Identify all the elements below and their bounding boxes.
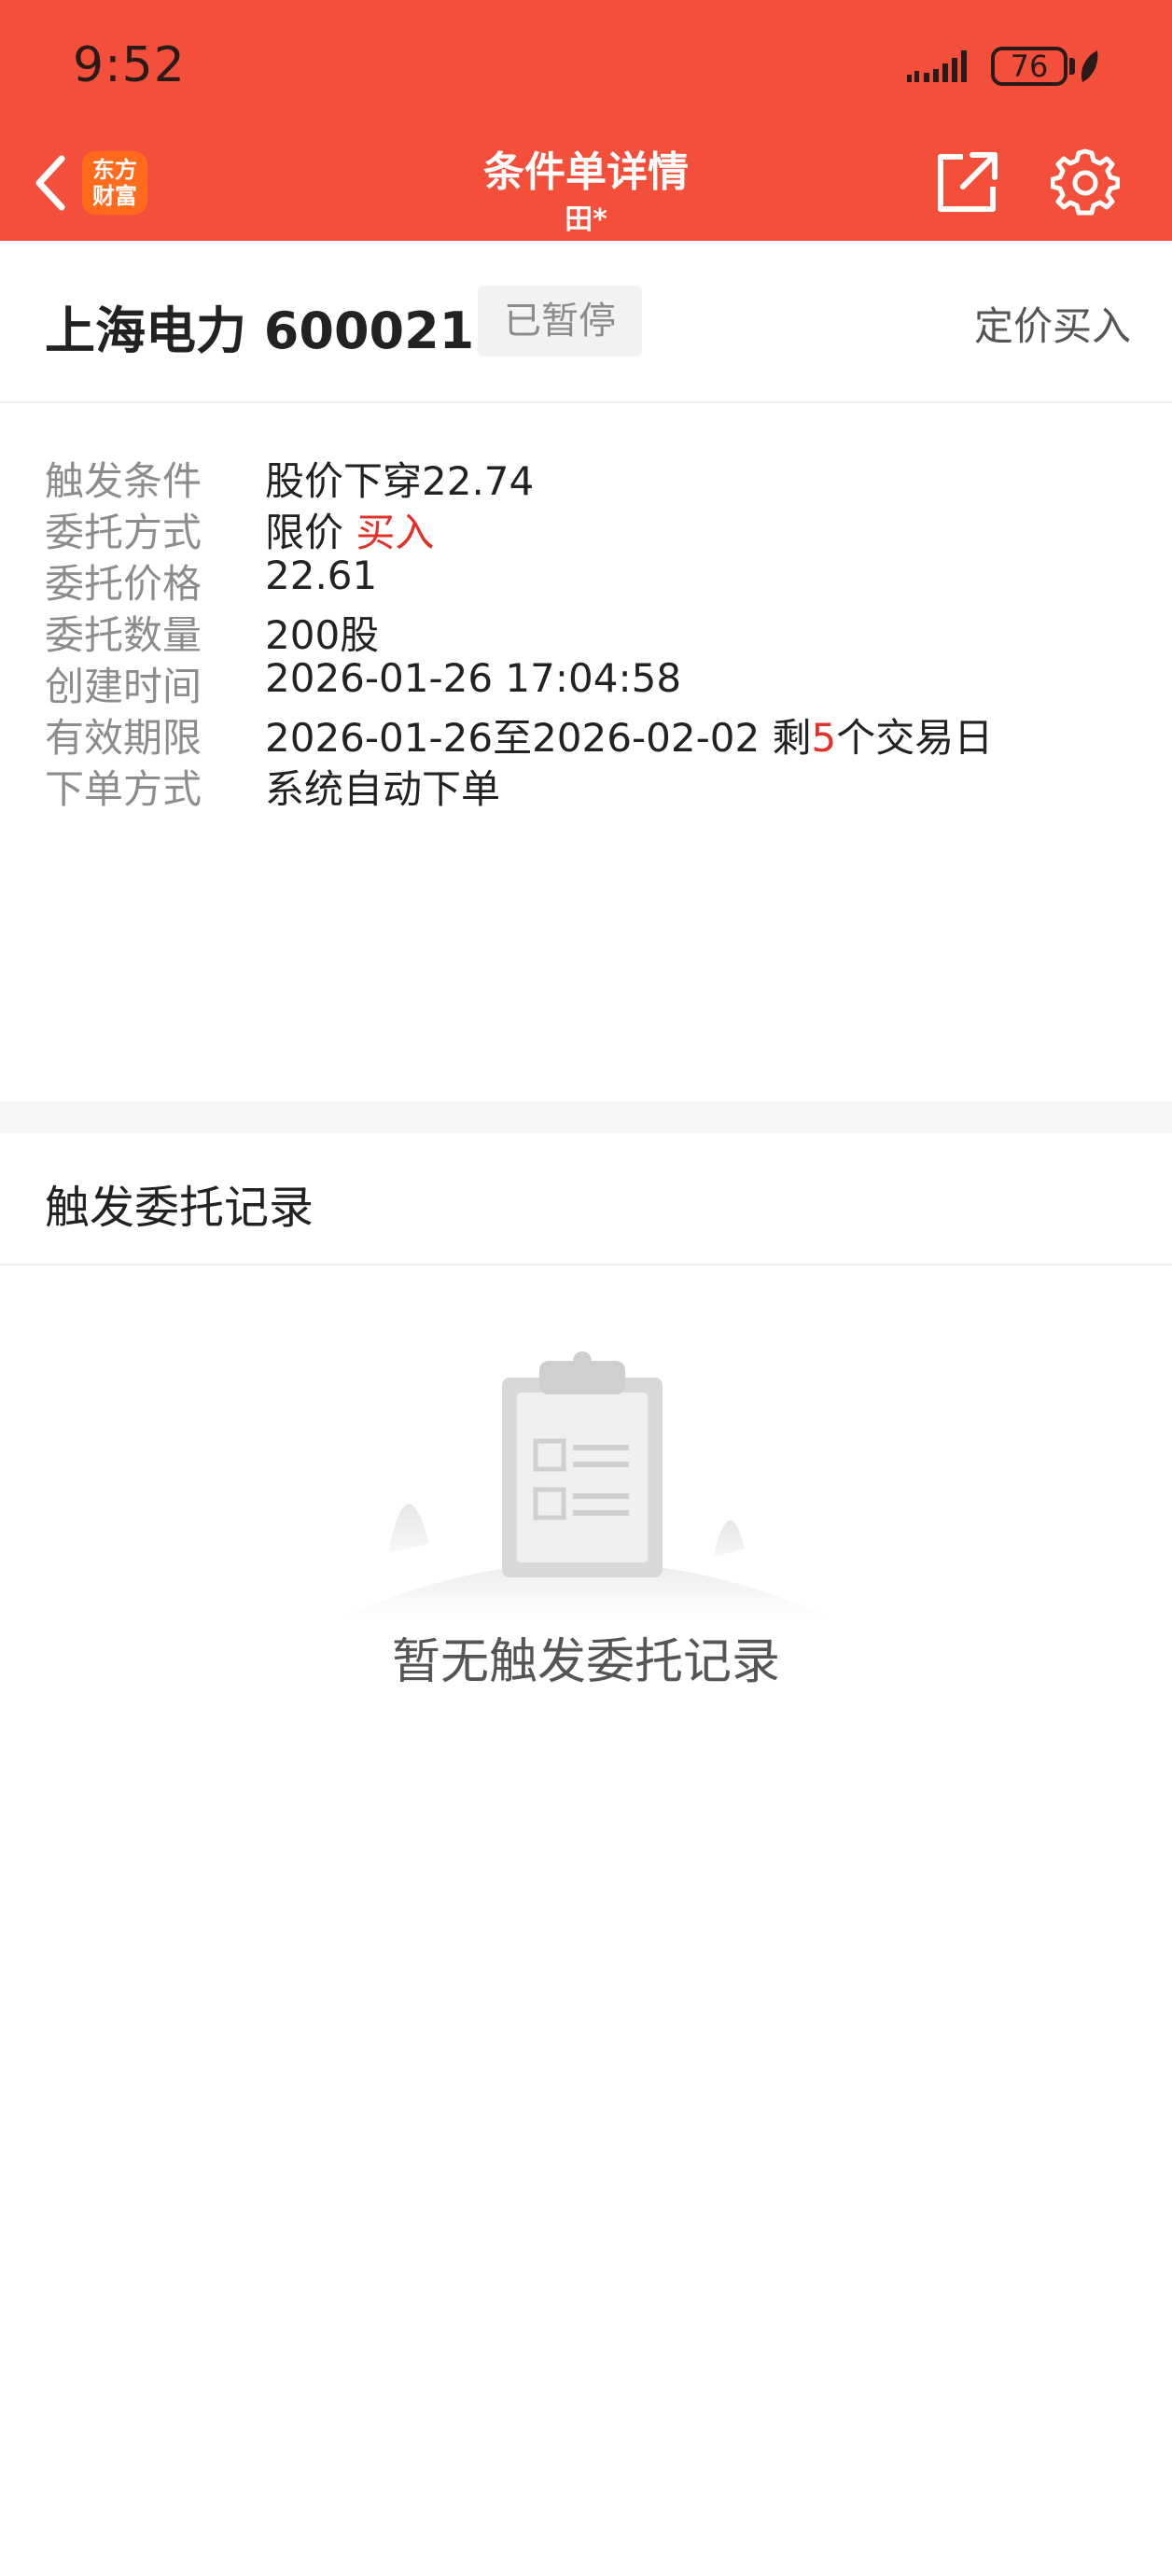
detail-label: 有效期限 — [45, 715, 202, 761]
share-icon[interactable] — [935, 149, 1000, 215]
battery-icon: 76 — [991, 47, 1067, 86]
signal-icon — [907, 50, 967, 82]
order-type-label: 定价买入 — [973, 303, 1131, 349]
battery-nub — [1069, 58, 1075, 75]
empty-state-text: 暂无触发委托记录 — [391, 1634, 780, 1690]
detail-value: 系统自动下单 — [265, 766, 501, 812]
detail-value: 2026-01-26 17:04:58 — [265, 655, 682, 701]
detail-label: 委托价格 — [45, 561, 202, 607]
leaf-icon — [1081, 50, 1098, 82]
detail-value: 2026-01-26至2026-02-02 剩5个交易日 — [265, 707, 993, 763]
detail-label: 委托数量 — [45, 612, 202, 658]
detail-value: 股价下穿22.74 — [265, 458, 535, 504]
validity-suffix: 个交易日 — [836, 715, 994, 761]
app-header: 9:52 76 东方 财富 条件单详情 田* — [0, 0, 1172, 241]
detail-label: 创建时间 — [45, 664, 202, 709]
section-divider — [0, 1101, 1172, 1133]
records-title: 触发委托记录 — [45, 1182, 314, 1234]
status-time: 9:52 — [73, 37, 186, 93]
status-badge: 已暂停 — [478, 286, 642, 357]
detail-value: 22.61 — [265, 553, 378, 598]
trade-side: 买入 — [356, 510, 435, 555]
detail-label: 触发条件 — [45, 458, 202, 504]
stock-summary: 上海电力 600021 已暂停 定价买入 — [0, 241, 1172, 403]
detail-value: 200股 — [265, 612, 380, 658]
gear-icon[interactable] — [1051, 147, 1120, 217]
validity-range: 2026-01-26至2026-02-02 剩 — [265, 715, 812, 761]
price-type: 限价 — [265, 510, 344, 555]
remaining-days: 5 — [811, 715, 837, 761]
detail-label: 委托方式 — [45, 510, 202, 555]
records-header: 触发委托记录 — [0, 1133, 1172, 1266]
clipboard-icon — [340, 1351, 832, 1618]
detail-value: 限价 买入 — [265, 501, 434, 558]
stock-name-code[interactable]: 上海电力 600021 — [45, 289, 474, 363]
detail-label: 下单方式 — [45, 766, 202, 812]
detail-row-placement: 下单方式 系统自动下单 — [0, 758, 1172, 833]
